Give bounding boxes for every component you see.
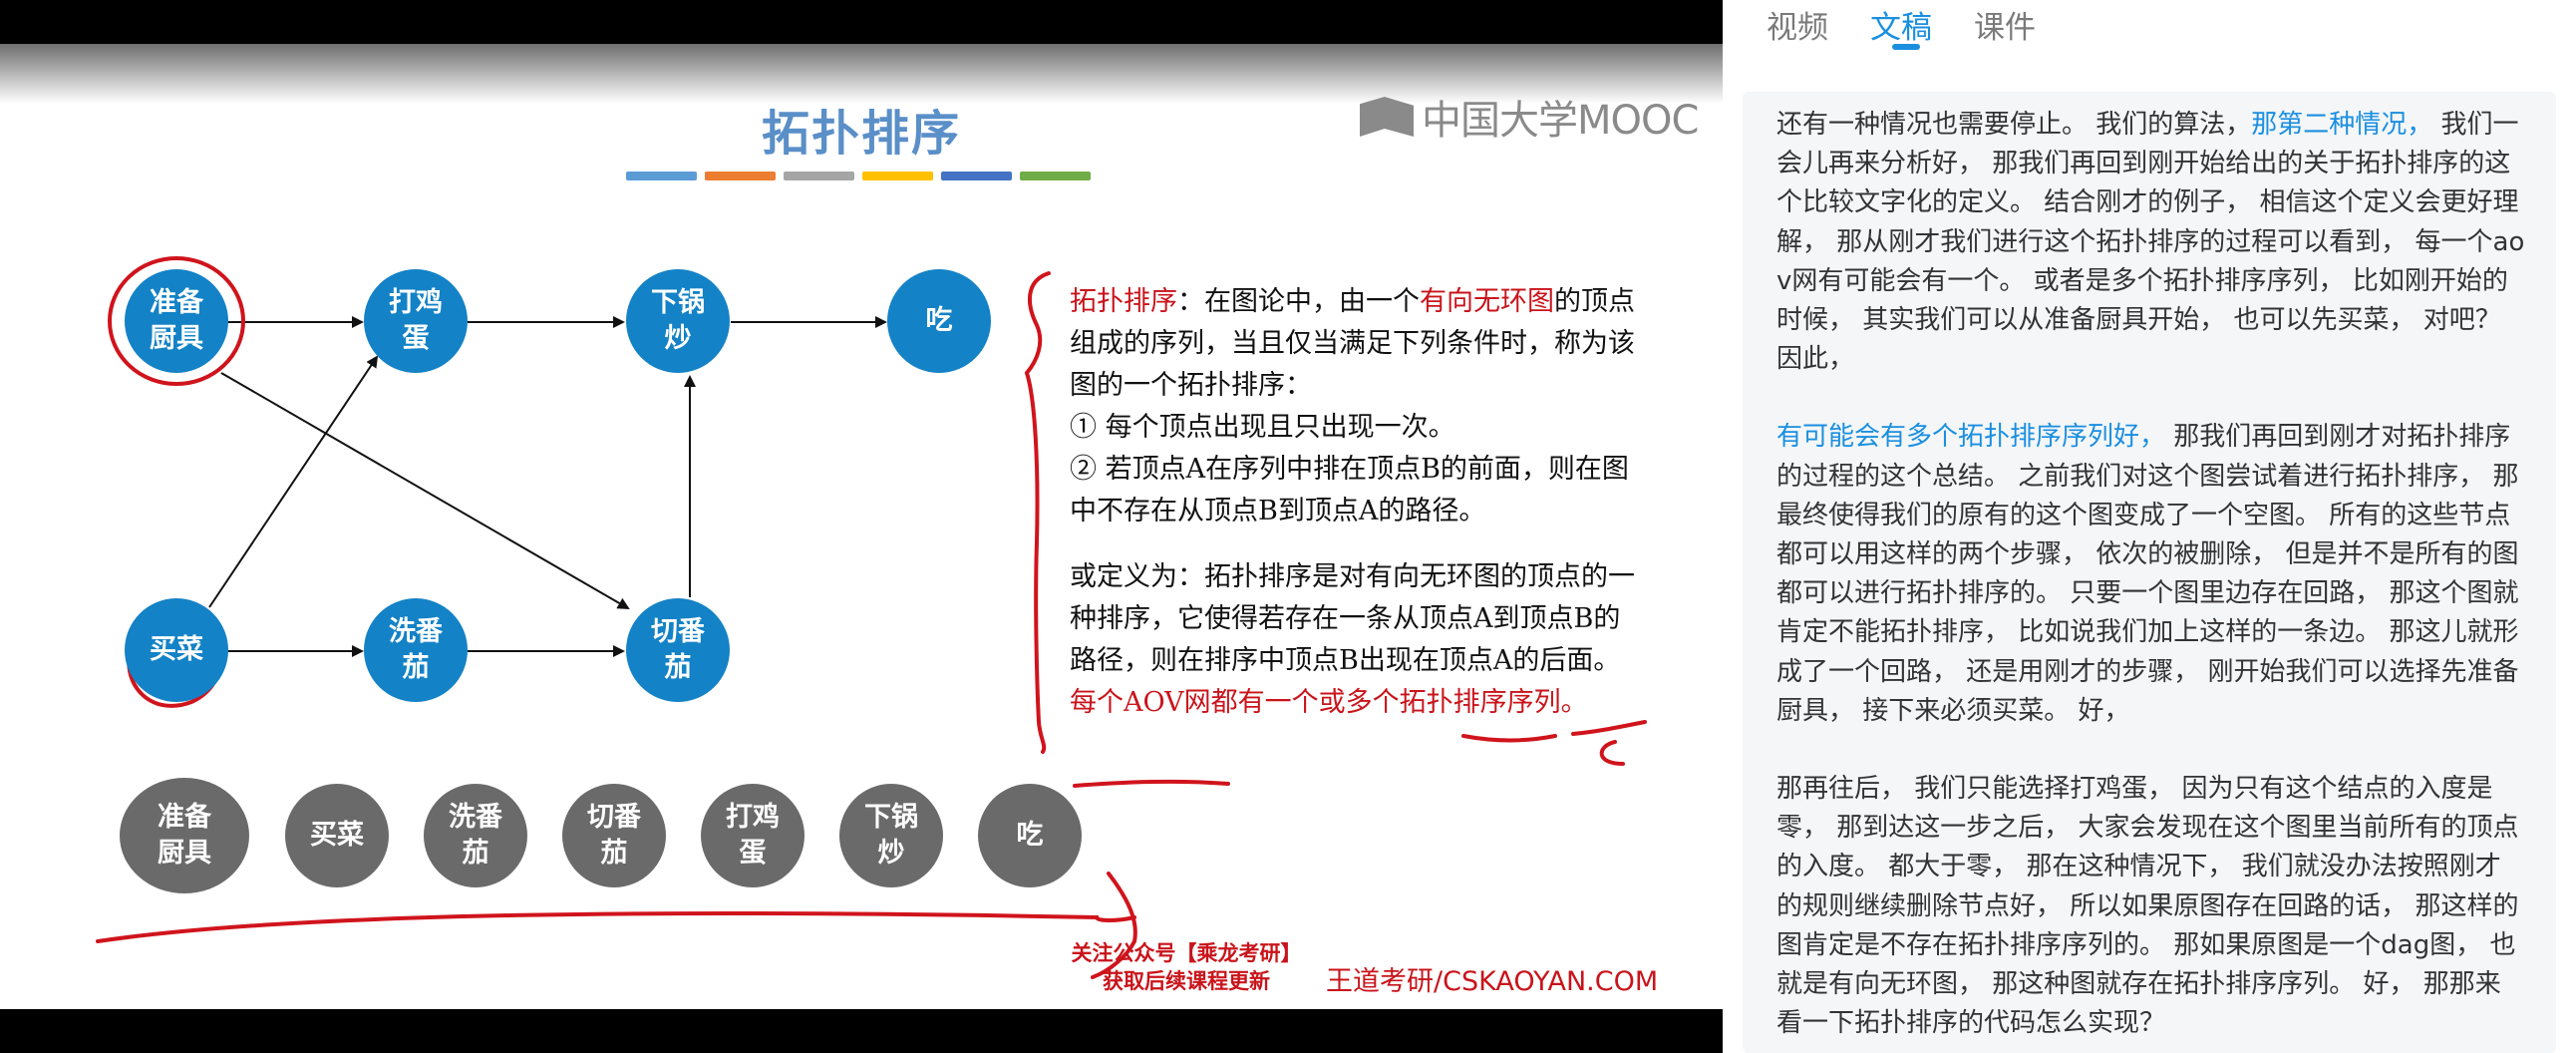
seq-node-6: 下锅炒 bbox=[839, 784, 943, 887]
tab-active-indicator bbox=[1892, 44, 1920, 50]
transcript-text: 还有一种情况也需要停止。 我们的算法， bbox=[1776, 110, 2252, 140]
definition-aov-note: 每个AOV网都有一个或多个拓扑排序序列。 bbox=[1070, 687, 1588, 718]
side-panel: 视频 文稿 课件 还有一种情况也需要停止。 我们的算法，那第二种情况， 我们一会… bbox=[1723, 0, 2576, 1053]
lecture-slide: 拓扑排序 中国大学MOOC 准备厨具 打鸡蛋 下锅炒 吃 买菜 洗番茄 切番茄 … bbox=[0, 44, 1723, 1009]
node-label: 洗番茄 bbox=[389, 616, 443, 683]
definition-item-1: ① 每个顶点出现且只出现一次。 bbox=[1070, 412, 1455, 443]
definition-dag: 有向无环图 bbox=[1420, 286, 1554, 317]
panel-tabs: 视频 文稿 课件 bbox=[1767, 0, 2036, 50]
tab-courseware[interactable]: 课件 bbox=[1974, 0, 2036, 47]
wechat-promo-line-2: 获取后续课程更新 bbox=[1103, 969, 1270, 993]
seq-label: 打鸡蛋 bbox=[726, 802, 780, 869]
node-stir-fry: 下锅炒 bbox=[626, 269, 730, 373]
node-label: 准备厨具 bbox=[150, 287, 203, 354]
video-player[interactable]: 拓扑排序 中国大学MOOC 准备厨具 打鸡蛋 下锅炒 吃 买菜 洗番茄 切番茄 … bbox=[0, 0, 1723, 1053]
transcript-paragraph-3[interactable]: 那再往后， 我们只能选择打鸡蛋， 因为只有这个结点的入度是零， 那到达这一步之后… bbox=[1743, 770, 2556, 1043]
seq-node-3: 洗番茄 bbox=[424, 784, 527, 887]
seq-label: 买菜 bbox=[310, 820, 364, 851]
annotation-arrow-line bbox=[96, 910, 1136, 943]
node-label: 下锅炒 bbox=[651, 287, 705, 354]
node-beat-eggs: 打鸡蛋 bbox=[364, 269, 468, 373]
node-eat: 吃 bbox=[887, 269, 991, 373]
seq-label: 洗番茄 bbox=[449, 802, 502, 869]
definition-alt: 或定义为：拓扑排序是对有向无环图的顶点的一种排序，它使得若存在一条从顶点A到顶点… bbox=[1070, 561, 1635, 676]
node-label: 打鸡蛋 bbox=[389, 287, 443, 354]
annotation-underline-1 bbox=[1461, 734, 1557, 743]
transcript-text: 我们一会儿再来分析好， 那我们再回到刚开始给出的关于拓扑排序的这个比较文字化的定… bbox=[1776, 110, 2525, 375]
seq-label: 准备厨具 bbox=[158, 802, 211, 869]
node-cut-tomato: 切番茄 bbox=[626, 598, 730, 702]
annotation-underline-3 bbox=[1073, 779, 1230, 788]
definition-spacer bbox=[1070, 532, 1638, 556]
seq-label: 下锅炒 bbox=[864, 802, 918, 869]
transcript-highlight: 有可能会有多个拓扑排序序列好， bbox=[1776, 422, 2166, 453]
definition-para-2: 或定义为：拓扑排序是对有向无环图的顶点的一种排序，它使得若存在一条从顶点A到顶点… bbox=[1070, 556, 1638, 724]
edge-n1-n7 bbox=[220, 372, 630, 610]
annotation-brace bbox=[1024, 271, 1051, 754]
transcript-text: 那我们再回到刚才对拓扑排序的过程的这个总结。 之前我们对这个图尝试着进行拓扑排序… bbox=[1776, 422, 2519, 726]
seq-node-4: 切番茄 bbox=[562, 784, 666, 887]
seq-node-5: 打鸡蛋 bbox=[701, 784, 805, 887]
definition-text: 拓扑排序：在图论中，由一个有向无环图的顶点组成的序列，当且仅当满足下列条件时，称… bbox=[1070, 281, 1638, 724]
node-buy-vegetables: 买菜 bbox=[125, 598, 228, 702]
transcript-highlight: 那第二种情况， bbox=[2251, 110, 2433, 140]
node-wash-tomato: 洗番茄 bbox=[364, 598, 468, 702]
transcript-text: 那再往后， 我们只能选择打鸡蛋， 因为只有这个结点的入度是零， 那到达这一步之后… bbox=[1776, 774, 2519, 1039]
video-letterbox-bottom bbox=[0, 1009, 1723, 1053]
definition-item-2: ② 若顶点A在序列中排在顶点B的前面，则在图中不存在从顶点B到顶点A的路径。 bbox=[1070, 454, 1629, 526]
seq-label: 切番茄 bbox=[587, 802, 641, 869]
seq-node-7: 吃 bbox=[978, 784, 1082, 887]
node-label: 买菜 bbox=[150, 634, 203, 665]
tab-transcript-label: 文稿 bbox=[1870, 10, 1932, 46]
tab-video[interactable]: 视频 bbox=[1767, 0, 1828, 47]
definition-text-a: ：在图论中，由一个 bbox=[1177, 286, 1420, 317]
transcript-top-padding bbox=[1743, 92, 2556, 106]
cskaoyan-watermark: 王道考研/CSKAOYAN.COM bbox=[1326, 966, 1659, 997]
wechat-promo: 关注公众号【乘龙考研】 获取后续课程更新 bbox=[1017, 939, 1356, 995]
annotation-c-mark bbox=[1599, 740, 1625, 766]
transcript-paragraph-2[interactable]: 有可能会有多个拓扑排序序列好， 那我们再回到刚才对拓扑排序的过程的这个总结。 之… bbox=[1743, 418, 2556, 731]
wechat-promo-line-1: 关注公众号【乘龙考研】 bbox=[1071, 941, 1302, 965]
transcript-panel[interactable]: 还有一种情况也需要停止。 我们的算法，那第二种情况， 我们一会儿再来分析好， 那… bbox=[1743, 92, 2556, 1053]
node-label: 切番茄 bbox=[651, 616, 705, 683]
node-label: 吃 bbox=[925, 305, 953, 336]
transcript-paragraph-1[interactable]: 还有一种情况也需要停止。 我们的算法，那第二种情况， 我们一会儿再来分析好， 那… bbox=[1743, 106, 2556, 379]
definition-para-1: 拓扑排序：在图论中，由一个有向无环图的顶点组成的序列，当且仅当满足下列条件时，称… bbox=[1070, 281, 1638, 407]
node-prepare-utensils: 准备厨具 bbox=[125, 269, 228, 373]
seq-label: 吃 bbox=[1016, 820, 1044, 851]
edge-n5-n2 bbox=[208, 355, 379, 608]
video-letterbox-top bbox=[0, 0, 1723, 44]
tab-transcript[interactable]: 文稿 bbox=[1870, 0, 1932, 50]
seq-node-1: 准备厨具 bbox=[120, 778, 249, 893]
definition-term: 拓扑排序 bbox=[1070, 286, 1177, 317]
seq-node-2: 买菜 bbox=[285, 784, 389, 887]
